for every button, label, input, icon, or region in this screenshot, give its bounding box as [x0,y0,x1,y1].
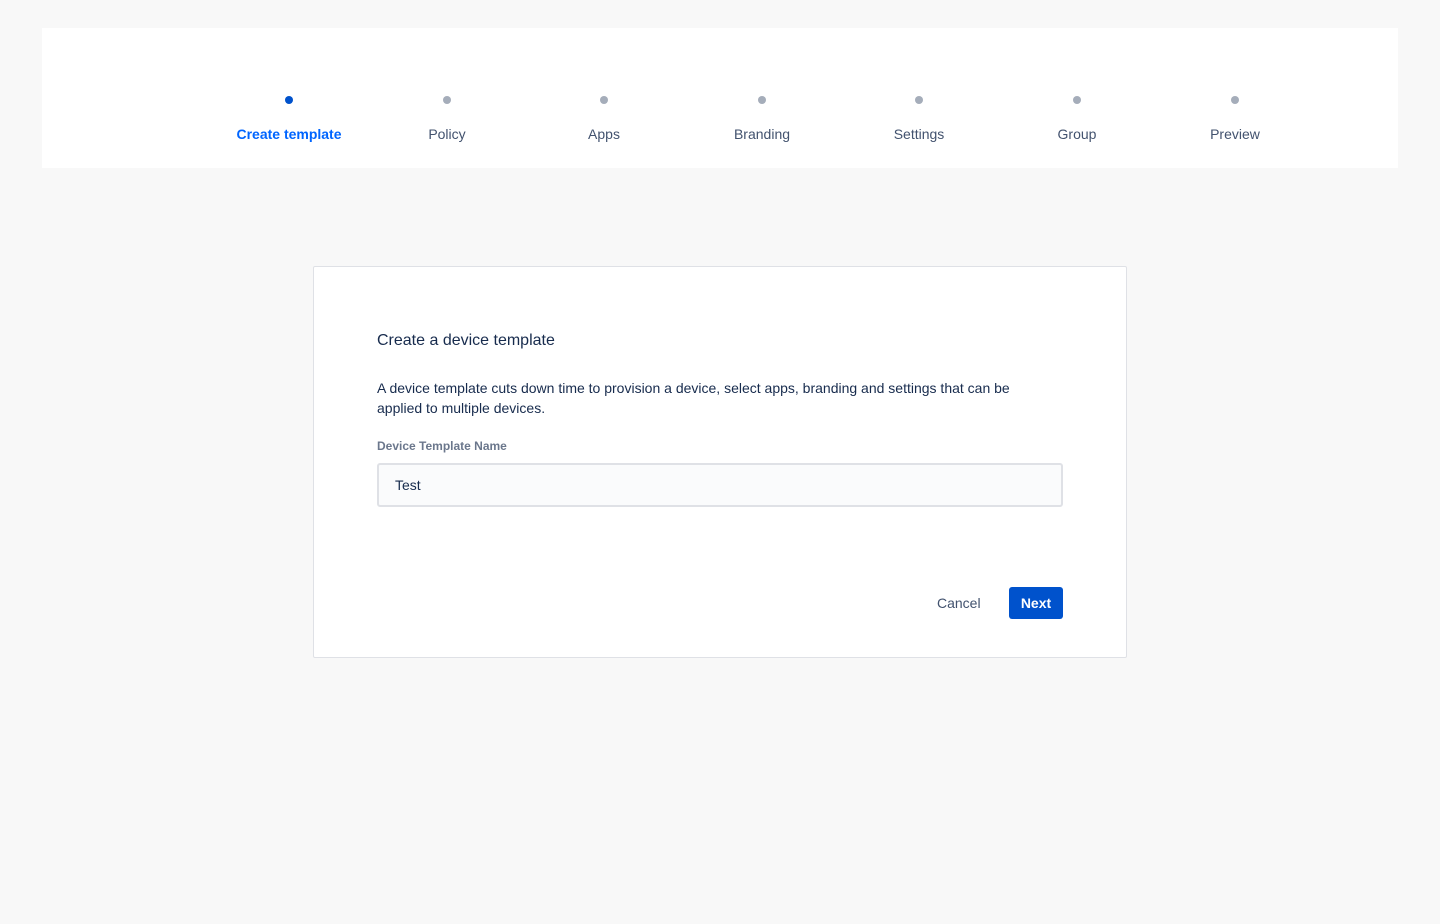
step-label: Apps [588,126,620,142]
step-label: Create template [236,126,342,142]
step-create-template[interactable]: Create template [210,93,368,143]
step-dot-icon [443,96,451,104]
step-dot-icon [600,96,608,104]
step-dot-icon [285,96,293,104]
cancel-button[interactable]: Cancel [925,587,993,619]
create-template-card: Create a device template A device templa… [313,266,1127,658]
next-button[interactable]: Next [1009,587,1063,619]
step-label: Branding [733,126,791,142]
step-label: Policy [428,126,466,142]
step-dot-icon [1231,96,1239,104]
step-dot-icon [1073,96,1081,104]
step-group[interactable]: Group [998,93,1156,143]
step-apps[interactable]: Apps [525,93,683,143]
step-list: Create template Policy Apps Branding Set… [210,93,1260,143]
template-name-label: Device Template Name [377,439,507,453]
step-dot-icon [758,96,766,104]
step-label: Group [1057,126,1097,142]
step-preview[interactable]: Preview [1156,93,1314,143]
step-label: Preview [1210,126,1260,142]
step-label: Settings [893,126,945,142]
card-description: A device template cuts down time to prov… [377,380,1010,416]
card-title: Create a device template [377,332,555,349]
step-settings[interactable]: Settings [840,93,998,143]
step-branding[interactable]: Branding [683,93,841,143]
step-dot-icon [915,96,923,104]
progress-stepper: Create template Policy Apps Branding Set… [42,28,1398,168]
template-name-input[interactable] [377,463,1063,507]
step-policy[interactable]: Policy [368,93,526,143]
